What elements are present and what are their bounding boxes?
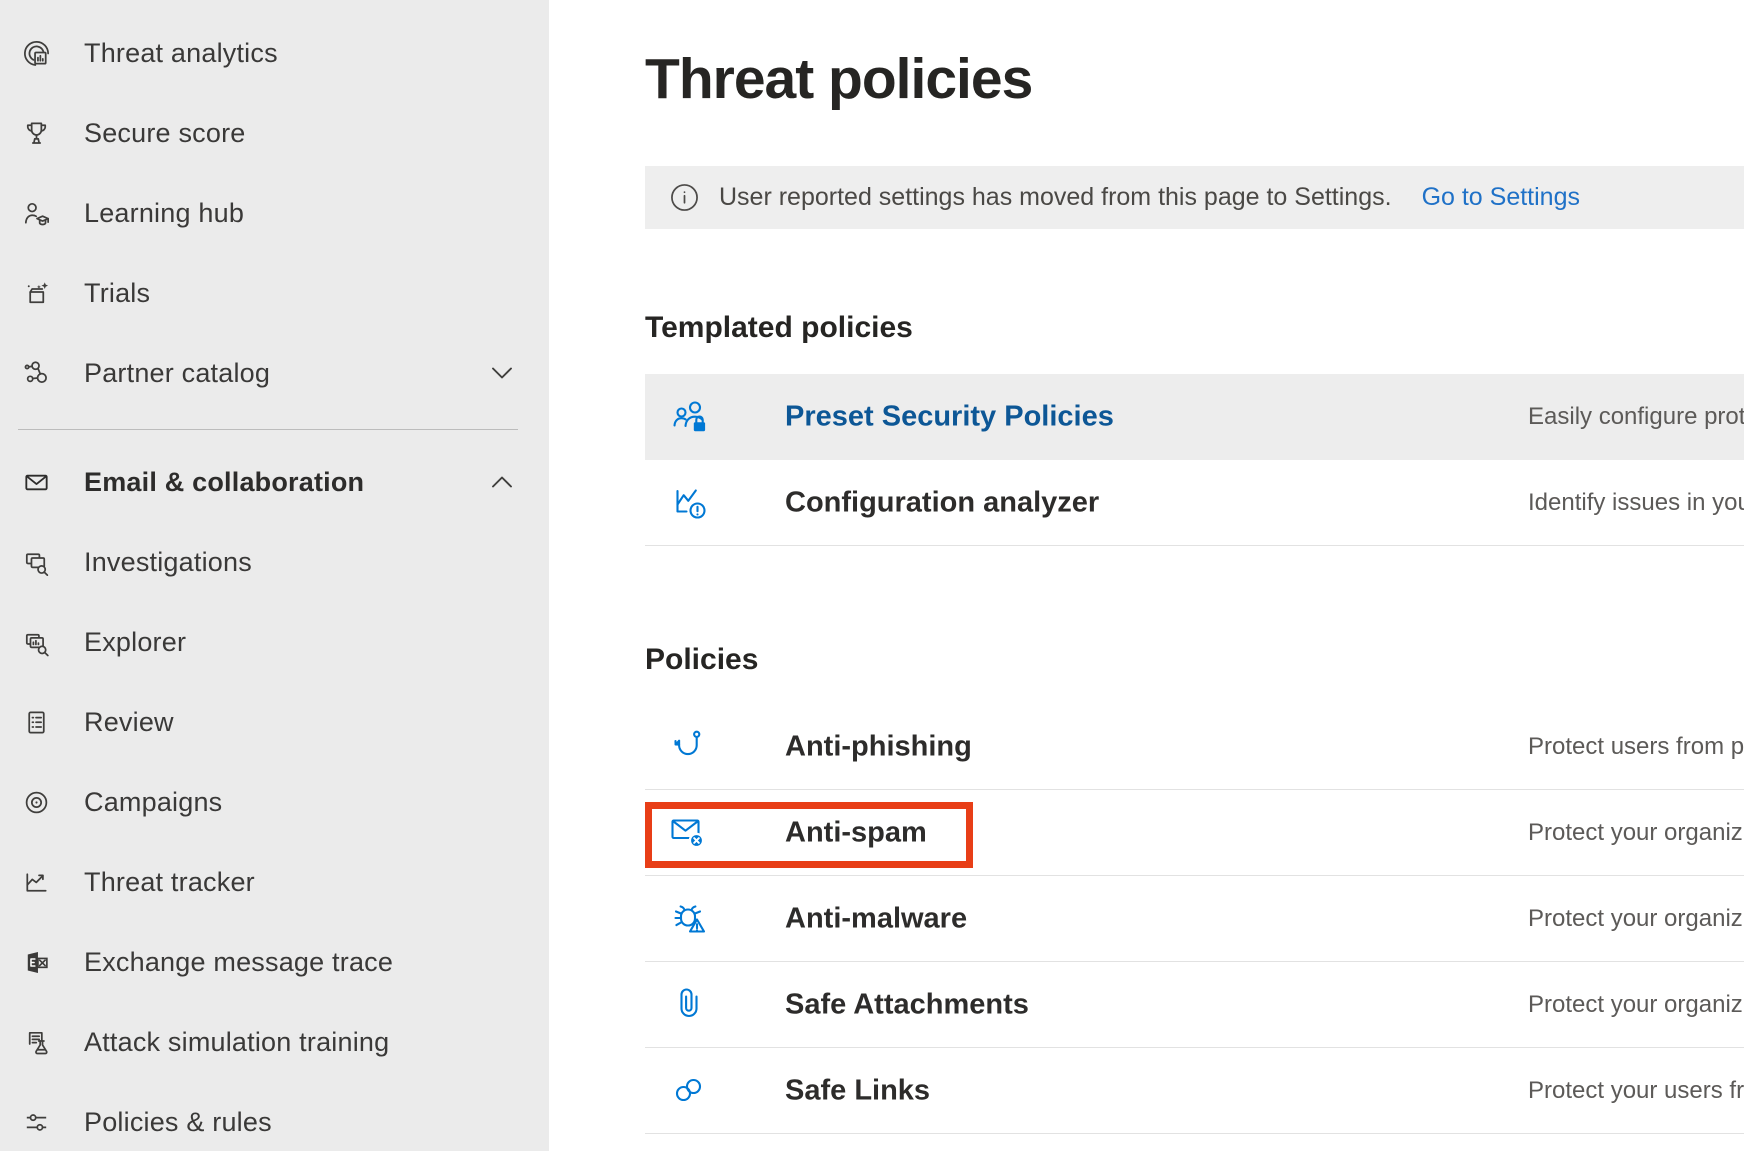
sidebar-item-policies-rules[interactable]: Policies & rules (0, 1082, 549, 1151)
row-description: Protect your organiz (1528, 991, 1743, 1019)
attack-simulation-icon (21, 1027, 52, 1058)
preset-security-policies-icon (668, 395, 712, 439)
sidebar-item-label: Exchange message trace (84, 947, 393, 978)
sidebar-divider (18, 429, 518, 430)
sidebar-item-label: Investigations (84, 547, 252, 578)
row-anti-malware[interactable]: Anti-malware Protect your organiz (645, 876, 1744, 962)
anti-spam-icon (668, 811, 712, 855)
explorer-icon (21, 627, 52, 658)
sidebar-item-email-collaboration[interactable]: Email & collaboration (0, 442, 549, 522)
info-banner: User reported settings has moved from th… (645, 166, 1744, 229)
section-heading-templated-policies: Templated policies (645, 309, 913, 347)
info-icon (670, 183, 699, 212)
sidebar-item-label: Learning hub (84, 198, 244, 229)
row-configuration-analyzer[interactable]: Configuration analyzer Identify issues i… (645, 460, 1744, 546)
trials-icon (21, 278, 52, 309)
anti-phishing-icon (668, 725, 712, 769)
sidebar-item-investigations[interactable]: Investigations (0, 522, 549, 602)
anti-malware-icon (668, 897, 712, 941)
row-description: Protect users from p (1528, 733, 1744, 761)
sidebar-item-label: Review (84, 707, 174, 738)
sidebar-item-label: Email & collaboration (84, 467, 364, 498)
sidebar-item-label: Secure score (84, 118, 245, 149)
email-icon (21, 467, 52, 498)
defender-portal-window: Threat analytics Secure score (0, 0, 1744, 1151)
row-preset-security-policies[interactable]: Preset Security Policies Easily configur… (645, 374, 1744, 460)
sidebar-item-label: Threat analytics (84, 38, 278, 69)
row-description: Easily configure prot (1528, 403, 1744, 431)
sidebar-item-label: Explorer (84, 627, 186, 658)
sidebar-item-trials[interactable]: Trials (0, 253, 549, 333)
configuration-analyzer-icon (668, 481, 712, 525)
row-description: Protect your organiz (1528, 819, 1743, 847)
sidebar-item-label: Campaigns (84, 787, 222, 818)
safe-links-icon (668, 1069, 712, 1113)
row-safe-attachments[interactable]: Safe Attachments Protect your organiz (645, 962, 1744, 1048)
chevron-up-icon (491, 475, 513, 489)
chevron-down-icon (491, 366, 513, 380)
sidebar: Threat analytics Secure score (0, 0, 549, 1151)
sidebar-item-review[interactable]: Review (0, 682, 549, 762)
row-label: Anti-phishing (785, 730, 972, 763)
learning-hub-icon (21, 198, 52, 229)
policies-list: Anti-phishing Protect users from p Anti-… (645, 704, 1744, 1134)
sidebar-item-learning-hub[interactable]: Learning hub (0, 173, 549, 253)
exchange-icon (21, 947, 52, 978)
policies-rules-icon (21, 1107, 52, 1138)
sidebar-item-secure-score[interactable]: Secure score (0, 93, 549, 173)
investigations-icon (21, 547, 52, 578)
sidebar-item-exchange-message-trace[interactable]: Exchange message trace (0, 922, 549, 1002)
templated-policies-list: Preset Security Policies Easily configur… (645, 374, 1744, 546)
secure-score-icon (21, 118, 52, 149)
sidebar-item-label: Threat tracker (84, 867, 255, 898)
row-label: Safe Attachments (785, 988, 1029, 1021)
threat-tracker-icon (21, 867, 52, 898)
sidebar-item-label: Partner catalog (84, 358, 270, 389)
row-anti-spam[interactable]: Anti-spam Protect your organiz (645, 790, 1744, 876)
main-content: Threat policies User reported settings h… (549, 0, 1744, 1151)
sidebar-item-attack-simulation-training[interactable]: Attack simulation training (0, 1002, 549, 1082)
sidebar-item-threat-tracker[interactable]: Threat tracker (0, 842, 549, 922)
row-label: Anti-spam (785, 816, 927, 849)
sidebar-item-label: Trials (84, 278, 150, 309)
row-label: Anti-malware (785, 902, 967, 935)
row-label: Safe Links (785, 1074, 930, 1107)
sidebar-item-threat-analytics[interactable]: Threat analytics (0, 13, 549, 93)
sidebar-item-label: Attack simulation training (84, 1027, 389, 1058)
page-title: Threat policies (645, 43, 1032, 115)
campaigns-icon (21, 787, 52, 818)
banner-message: User reported settings has moved from th… (719, 183, 1392, 212)
row-safe-links[interactable]: Safe Links Protect your users fr (645, 1048, 1744, 1134)
partner-catalog-icon (21, 358, 52, 389)
sidebar-item-partner-catalog[interactable]: Partner catalog (0, 333, 549, 413)
row-label-link[interactable]: Preset Security Policies (785, 401, 1114, 434)
row-label: Configuration analyzer (785, 486, 1099, 519)
row-description: Identify issues in you (1528, 489, 1744, 517)
threat-analytics-icon (21, 38, 52, 69)
sidebar-item-campaigns[interactable]: Campaigns (0, 762, 549, 842)
row-anti-phishing[interactable]: Anti-phishing Protect users from p (645, 704, 1744, 790)
sidebar-item-label: Policies & rules (84, 1107, 272, 1138)
section-heading-policies: Policies (645, 641, 758, 679)
row-description: Protect your users fr (1528, 1077, 1744, 1105)
sidebar-top-group: Threat analytics Secure score (0, 0, 549, 413)
review-icon (21, 707, 52, 738)
sidebar-item-explorer[interactable]: Explorer (0, 602, 549, 682)
row-description: Protect your organiz (1528, 905, 1743, 933)
safe-attachments-icon (668, 983, 712, 1027)
sidebar-email-group: Email & collaboration Investigations (0, 442, 549, 1151)
go-to-settings-link[interactable]: Go to Settings (1422, 183, 1580, 212)
